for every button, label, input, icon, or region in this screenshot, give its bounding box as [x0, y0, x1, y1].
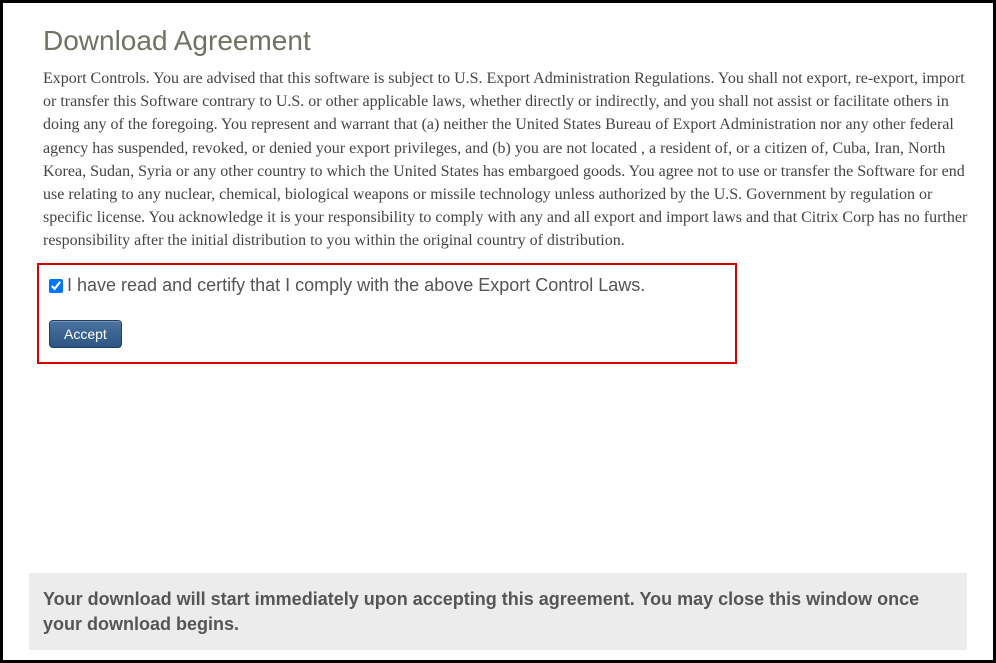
consent-label[interactable]: I have read and certify that I comply wi… — [67, 275, 645, 296]
scroll-area[interactable]: Download Agreement Export Controls. You … — [3, 3, 993, 591]
dialog-frame: Download Agreement Export Controls. You … — [0, 0, 996, 663]
page-title: Download Agreement — [43, 25, 969, 57]
spacer — [43, 364, 969, 592]
accept-button[interactable]: Accept — [49, 320, 122, 348]
footer-bar: Your download will start immediately upo… — [29, 573, 967, 650]
highlight-box: I have read and certify that I comply wi… — [37, 263, 737, 364]
agreement-body: Export Controls. You are advised that th… — [43, 67, 969, 253]
footer-text: Your download will start immediately upo… — [43, 587, 953, 636]
consent-checkbox[interactable] — [49, 279, 63, 293]
consent-row: I have read and certify that I comply wi… — [41, 275, 725, 296]
